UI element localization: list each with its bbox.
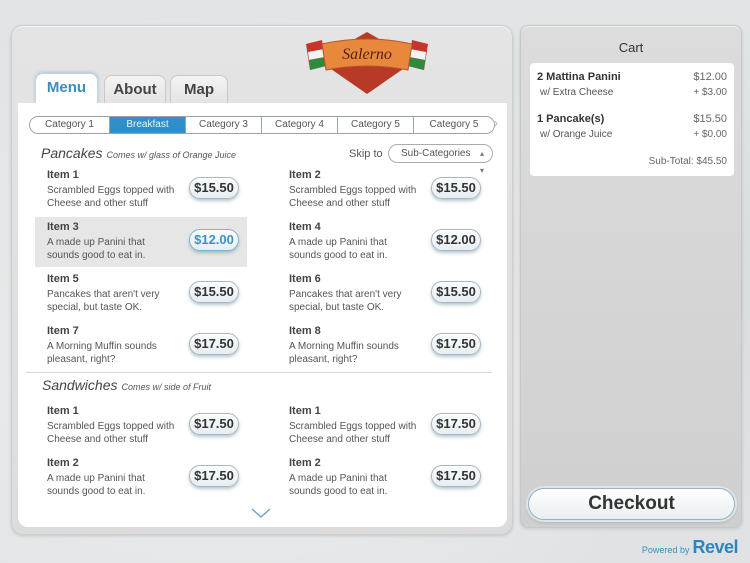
cart-modifier-price: + $3.00 — [693, 87, 727, 98]
item-description: A Morning Muffin sounds pleasant, right? — [289, 341, 399, 365]
category-tab[interactable]: Category 5 — [414, 117, 494, 133]
category-tab[interactable]: Category 4 — [262, 117, 338, 133]
price-button[interactable]: $15.50 — [431, 177, 481, 199]
category-tab-breakfast[interactable]: Breakfast — [110, 117, 186, 133]
menu-item[interactable]: Item 2 A made up Panini that sounds good… — [35, 453, 247, 503]
menu-item[interactable]: Item 6 Pancakes that aren't very special… — [277, 269, 489, 319]
price-button[interactable]: $12.00 — [189, 229, 239, 251]
menu-item[interactable]: Item 2 A made up Panini that sounds good… — [277, 453, 489, 503]
price-button[interactable]: $15.50 — [189, 281, 239, 303]
item-description: A made up Panini that sounds good to eat… — [47, 473, 146, 497]
cart-title: Cart — [618, 40, 644, 55]
section-name: Pancakes — [41, 145, 103, 161]
cart-line-label: 1 Pancake(s) — [537, 113, 605, 125]
price-button[interactable]: $17.50 — [431, 333, 481, 355]
menu-item[interactable]: Item 7 A Morning Muffin sounds pleasant,… — [35, 321, 247, 371]
menu-item-selected[interactable]: Item 3 A made up Panini that sounds good… — [35, 217, 247, 267]
price-button[interactable]: $17.50 — [431, 465, 481, 487]
section-title-pancakes: Pancakes Comes w/ glass of Orange Juice — [41, 145, 236, 161]
section-subtitle: Comes w/ side of Fruit — [121, 382, 212, 392]
cart-modifier-price: + $0.00 — [693, 129, 727, 140]
item-description: Scrambled Eggs topped with Cheese and ot… — [289, 185, 417, 209]
price-button[interactable]: $15.50 — [431, 281, 481, 303]
price-button[interactable]: $12.00 — [431, 229, 481, 251]
cart-items: 2 Mattina Panini $12.00 w/ Extra Cheese … — [530, 63, 734, 176]
powered-by-label: Powered by — [641, 545, 690, 555]
tab-menu[interactable]: Menu — [35, 73, 98, 103]
menu-item[interactable]: Item 2 Scrambled Eggs topped with Cheese… — [277, 165, 489, 215]
menu-item[interactable]: Item 8 A Morning Muffin sounds pleasant,… — [277, 321, 489, 371]
menu-item[interactable]: Item 1 Scrambled Eggs topped with Cheese… — [277, 401, 489, 451]
tab-map[interactable]: Map — [170, 75, 228, 103]
item-description: Pancakes that aren't very special, but t… — [289, 289, 402, 313]
price-button[interactable]: $17.50 — [189, 413, 239, 435]
cart-line-price: $15.50 — [693, 113, 727, 125]
item-description: A made up Panini that sounds good to eat… — [289, 473, 388, 497]
price-button[interactable]: $17.50 — [431, 413, 481, 435]
cart-subtotal: Sub-Total: $45.50 — [648, 156, 727, 167]
tab-about[interactable]: About — [104, 75, 166, 103]
item-description: Scrambled Eggs topped with Cheese and ot… — [47, 421, 175, 445]
checkout-button[interactable]: Checkout — [528, 488, 735, 520]
item-description: A made up Panini that sounds good to eat… — [289, 237, 388, 261]
item-description: Scrambled Eggs topped with Cheese and ot… — [289, 421, 417, 445]
section-divider — [26, 372, 492, 373]
sub-categories-select[interactable]: Sub-Categories ▴ ▾ — [388, 144, 493, 175]
chevron-down-icon[interactable] — [251, 507, 271, 519]
category-tab[interactable]: Category 1 — [30, 117, 110, 133]
price-button[interactable]: $17.50 — [189, 465, 239, 487]
cart-panel: Cart 2 Mattina Panini $12.00 w/ Extra Ch… — [520, 25, 742, 528]
category-bar: Category 1 Breakfast Category 3 Category… — [29, 116, 495, 134]
section-name: Sandwiches — [42, 377, 118, 393]
menu-content: Category 1 Breakfast Category 3 Category… — [18, 103, 507, 527]
item-description: Pancakes that aren't very special, but t… — [47, 289, 160, 313]
revel-logo: Revel — [692, 537, 738, 557]
menu-item[interactable]: Item 1 Scrambled Eggs topped with Cheese… — [35, 165, 247, 215]
item-description: A Morning Muffin sounds pleasant, right? — [47, 341, 157, 365]
cart-line-price: $12.00 — [693, 71, 727, 83]
chevron-right-icon[interactable]: › — [494, 116, 498, 130]
logo-text: Salerno — [342, 46, 392, 63]
category-tab[interactable]: Category 5 — [338, 117, 414, 133]
skip-to-value: Sub-Categories — [401, 148, 471, 159]
cart-line-label: 2 Mattina Panini — [537, 71, 621, 83]
powered-by-revel: Powered by Revel — [641, 537, 739, 558]
menu-item[interactable]: Item 1 Scrambled Eggs topped with Cheese… — [35, 401, 247, 451]
section-title-sandwiches: Sandwiches Comes w/ side of Fruit — [42, 377, 211, 393]
item-description: Scrambled Eggs topped with Cheese and ot… — [47, 185, 175, 209]
skip-to-label: Skip to — [349, 148, 383, 160]
price-button[interactable]: $15.50 — [189, 177, 239, 199]
cart-modifier-label: w/ Extra Cheese — [540, 87, 614, 98]
section-subtitle: Comes w/ glass of Orange Juice — [106, 150, 237, 160]
category-tab[interactable]: Category 3 — [186, 117, 262, 133]
menu-item[interactable]: Item 5 Pancakes that aren't very special… — [35, 269, 247, 319]
salerno-logo: Salerno — [306, 32, 428, 94]
menu-item[interactable]: Item 4 A made up Panini that sounds good… — [277, 217, 489, 267]
item-description: A made up Panini that sounds good to eat… — [47, 237, 146, 261]
cart-modifier-label: w/ Orange Juice — [540, 129, 613, 140]
price-button[interactable]: $17.50 — [189, 333, 239, 355]
